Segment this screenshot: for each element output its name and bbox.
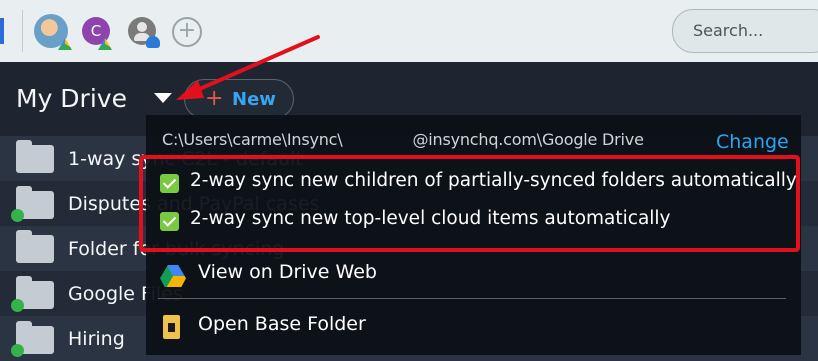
- annotation-arrow-icon: [176, 35, 320, 100]
